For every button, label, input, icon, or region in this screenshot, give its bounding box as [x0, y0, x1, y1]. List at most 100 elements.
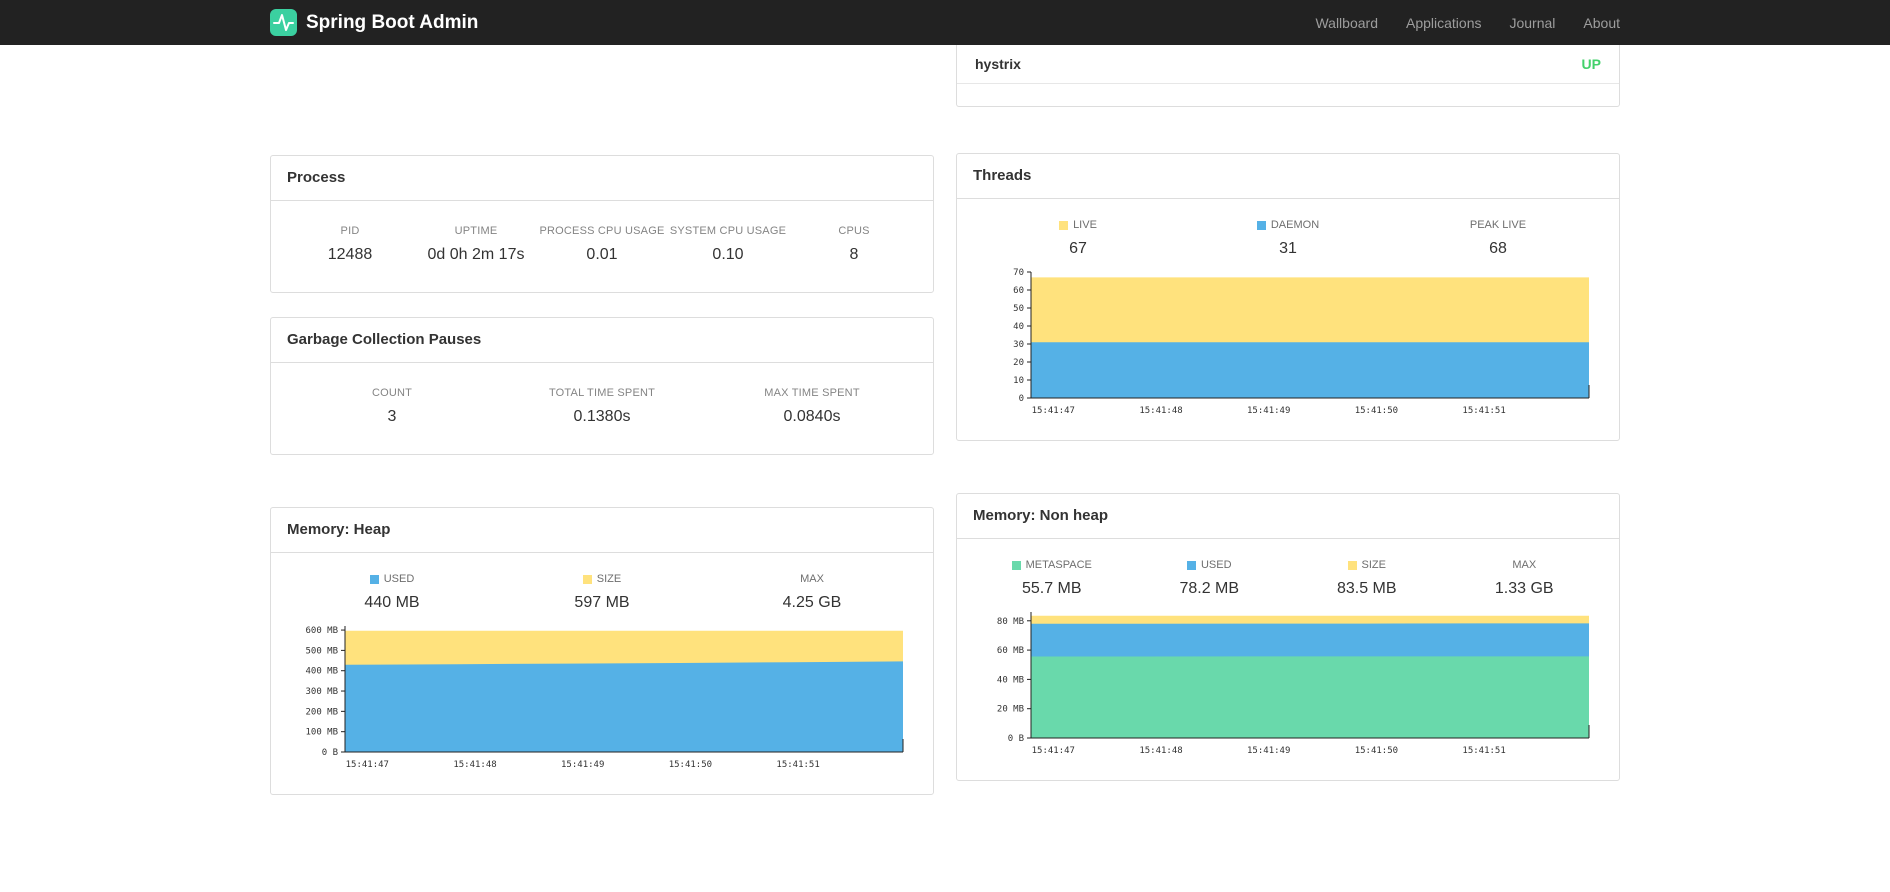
gc-panel-title: Garbage Collection Pauses [287, 331, 482, 348]
svg-text:60 MB: 60 MB [997, 646, 1024, 656]
stat-label: SYSTEM CPU USAGE [669, 225, 787, 237]
svg-text:30: 30 [1013, 340, 1024, 350]
right-column: hystrix UP Threads LIVE 67 DAEMON 31 PEA… [956, 45, 1620, 795]
stat-process-cpu-usage: PROCESS CPU USAGE 0.01 [539, 225, 665, 264]
stat-label: TOTAL TIME SPENT [548, 387, 656, 399]
legend-threads-daemon: DAEMON 31 [1183, 219, 1393, 258]
stat-label: PROCESS CPU USAGE [539, 225, 665, 237]
stat-label: COUNT [371, 387, 413, 399]
stat-gc-total-time: TOTAL TIME SPENT 0.1380s [497, 387, 707, 426]
legend-value: 1.33 GB [1494, 580, 1554, 597]
legend-label: MAX [800, 573, 824, 585]
stat-system-cpu-usage: SYSTEM CPU USAGE 0.10 [665, 225, 791, 264]
stat-value: 0.1380s [573, 408, 631, 425]
memory-nonheap-panel: Memory: Non heap METASPACE 55.7 MB USED … [956, 493, 1620, 781]
stat-value: 0d 0h 2m 17s [427, 246, 525, 263]
svg-text:0 B: 0 B [322, 748, 338, 758]
legend-value: 78.2 MB [1179, 580, 1240, 597]
memory-nonheap-panel-title: Memory: Non heap [973, 507, 1109, 524]
process-panel-title: Process [287, 169, 346, 186]
legend-heap-size: SIZE 597 MB [497, 573, 707, 612]
svg-text:15:41:51: 15:41:51 [1462, 746, 1505, 756]
legend-value: 55.7 MB [1021, 580, 1082, 597]
application-row-hystrix[interactable]: hystrix UP [957, 45, 1619, 84]
stat-value: 8 [849, 246, 859, 263]
svg-text:15:41:48: 15:41:48 [1139, 406, 1182, 416]
legend-swatch-blue [1256, 220, 1266, 230]
svg-text:0: 0 [1019, 394, 1024, 404]
svg-text:15:41:47: 15:41:47 [1032, 746, 1075, 756]
legend-nonheap-metaspace: METASPACE 55.7 MB [973, 559, 1131, 598]
svg-text:15:41:49: 15:41:49 [561, 760, 604, 770]
page: Spring Boot Admin Wallboard Applications… [0, 0, 1890, 892]
brand-link[interactable]: Spring Boot Admin [270, 9, 478, 36]
legend-swatch-blue [369, 574, 379, 584]
svg-text:15:41:51: 15:41:51 [776, 760, 819, 770]
legend-swatch-yellow [1347, 560, 1357, 570]
status-badge: UP [1581, 56, 1601, 72]
nav-item-applications[interactable]: Applications [1406, 15, 1482, 31]
legend-swatch-blue [1186, 560, 1196, 570]
svg-text:15:41:48: 15:41:48 [453, 760, 496, 770]
svg-text:70: 70 [1013, 268, 1024, 278]
legend-value: 67 [1069, 240, 1087, 257]
legend-label: DAEMON [1183, 219, 1393, 231]
svg-text:15:41:51: 15:41:51 [1462, 406, 1505, 416]
stat-label: UPTIME [454, 225, 498, 237]
svg-text:60: 60 [1013, 286, 1024, 296]
nav-item-journal[interactable]: Journal [1509, 15, 1555, 31]
legend-label: METASPACE [973, 559, 1131, 571]
legend-label: USED [287, 573, 497, 585]
legend-value: 440 MB [364, 594, 420, 611]
svg-text:15:41:48: 15:41:48 [1139, 746, 1182, 756]
svg-text:15:41:49: 15:41:49 [1247, 746, 1290, 756]
svg-text:15:41:47: 15:41:47 [346, 760, 389, 770]
svg-text:300 MB: 300 MB [305, 687, 338, 697]
application-name: hystrix [975, 56, 1021, 72]
brand-title: Spring Boot Admin [306, 11, 479, 33]
legend-threads-peak-live: PEAK LIVE 68 [1393, 219, 1603, 258]
svg-text:15:41:47: 15:41:47 [1032, 406, 1075, 416]
nav-links: Wallboard Applications Journal About [1315, 15, 1620, 31]
legend-value: 597 MB [574, 594, 630, 611]
memory-heap-panel-title: Memory: Heap [287, 521, 391, 538]
stat-gc-count: COUNT 3 [287, 387, 497, 426]
svg-text:0 B: 0 B [1008, 734, 1024, 744]
legend-label: MAX [1512, 559, 1537, 571]
threads-panel-title: Threads [973, 167, 1032, 184]
applications-panel-partial: hystrix UP [956, 45, 1620, 107]
stat-value: 12488 [327, 246, 373, 263]
memory-nonheap-chart: 0 B 20 MB 40 MB 60 MB 80 MB 15:41:47 15:41:48 1… [997, 612, 1590, 756]
threads-chart: 0 10 20 30 40 50 60 70 15:41:47 15:41:48 15:41:49 1… [1013, 268, 1590, 416]
legend-value: 4.25 GB [782, 594, 842, 611]
legend-swatch-yellow [1059, 220, 1069, 230]
stat-label: CPUS [838, 225, 870, 237]
stat-pid: PID 12488 [287, 225, 413, 264]
legend-value: 83.5 MB [1336, 580, 1397, 597]
stat-label: MAX TIME SPENT [764, 387, 860, 399]
legend-nonheap-used: USED 78.2 MB [1131, 559, 1289, 598]
left-column: Process PID 12488 UPTIME 0d 0h 2m 17s PR… [270, 45, 934, 795]
legend-value: 68 [1489, 240, 1507, 257]
legend-swatch-yellow [582, 574, 592, 584]
svg-text:15:41:50: 15:41:50 [1355, 406, 1398, 416]
svg-text:15:41:50: 15:41:50 [1355, 746, 1398, 756]
legend-label: USED [1131, 559, 1289, 571]
stat-value: 0.10 [712, 246, 744, 263]
stat-cpus: CPUS 8 [791, 225, 917, 264]
svg-text:50: 50 [1013, 304, 1024, 314]
legend-label: PEAK LIVE [1469, 219, 1527, 231]
svg-text:100 MB: 100 MB [305, 728, 338, 738]
threads-panel: Threads LIVE 67 DAEMON 31 PEAK LIVE 68 0… [956, 153, 1620, 441]
memory-heap-panel: Memory: Heap USED 440 MB SIZE 597 MB MAX… [270, 507, 934, 795]
gc-panel: Garbage Collection Pauses COUNT 3 TOTAL … [270, 317, 934, 455]
legend-label: LIVE [973, 219, 1183, 231]
stat-value: 0.01 [586, 246, 618, 263]
nav-item-about[interactable]: About [1583, 15, 1620, 31]
svg-text:10: 10 [1013, 376, 1024, 386]
stat-gc-max-time: MAX TIME SPENT 0.0840s [707, 387, 917, 426]
nav-item-wallboard[interactable]: Wallboard [1315, 15, 1378, 31]
svg-text:15:41:49: 15:41:49 [1247, 406, 1290, 416]
svg-text:80 MB: 80 MB [997, 617, 1024, 627]
svg-text:40 MB: 40 MB [997, 675, 1024, 685]
